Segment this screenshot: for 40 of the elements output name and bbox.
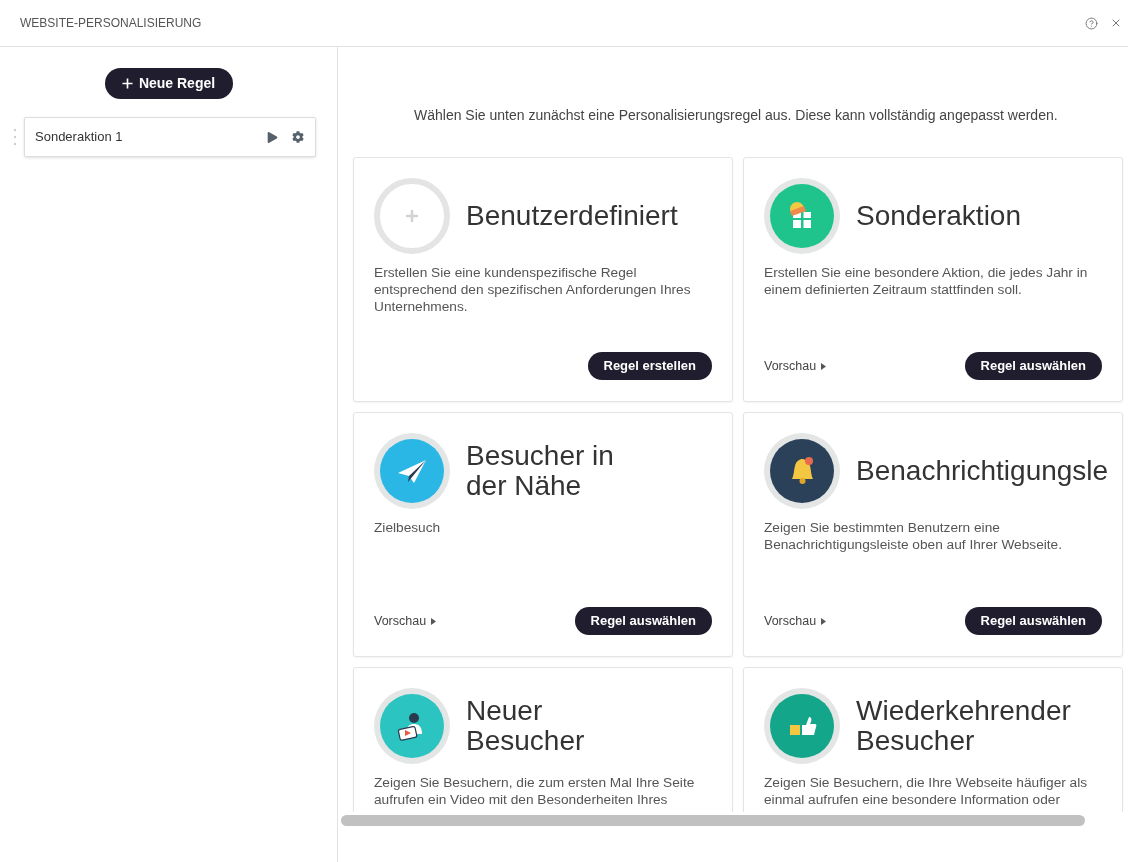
card-title: Neuer Besucher <box>466 696 585 756</box>
plus-circle-icon <box>374 178 450 254</box>
card-description: Zeigen Sie Besuchern, die Ihre Webseite häufiger als einmal aufrufen eine besondere Information oder <box>764 774 1089 808</box>
rule-list-item[interactable]: Sonderaktion 1 <box>24 117 316 157</box>
bell-icon <box>764 433 840 509</box>
rule-button[interactable]: Regel auswählen <box>574 607 712 635</box>
card-title: Besucher in der Nähe <box>466 441 614 501</box>
play-triangle-icon <box>821 362 827 370</box>
thumbs-up-icon <box>764 688 840 764</box>
card-title: Benachrichtigungsle <box>856 456 1109 486</box>
preview-link[interactable]: Vorschau <box>374 611 437 631</box>
preview-link[interactable]: Vorschau <box>764 611 827 631</box>
rule-button[interactable]: Regel erstellen <box>587 352 712 380</box>
card-description: Erstellen Sie eine kundenspezifische Regel entsprechend den spezifischen Anforderungen Ihres Unternehmens. <box>374 264 692 315</box>
intro-text: Wählen Sie unten zunächst eine Personalisierungsregel aus. Diese kann vollständig angepasst werden. <box>414 106 1058 125</box>
card-description: Zielbesuch <box>374 519 442 536</box>
scrollbar-thumb[interactable] <box>341 815 1085 826</box>
card-description: Erstellen Sie eine besondere Aktion, die jedes Jahr in einem definierten Zeitraum stattfinden soll. <box>764 264 1089 298</box>
person-video-icon <box>374 688 450 764</box>
rule-button[interactable]: Regel auswählen <box>964 352 1102 380</box>
settings-icon[interactable] <box>292 131 304 143</box>
card-title: Benutzerdefiniert <box>466 201 678 231</box>
play-icon[interactable] <box>267 131 278 143</box>
card-description: Zeigen Sie Besuchern, die zum ersten Mal Ihre Seite aufrufen ein Video mit den Besonderheiten Ihres <box>374 774 696 808</box>
help-icon[interactable] <box>1085 16 1098 30</box>
gift-icon <box>764 178 840 254</box>
plus-icon <box>121 78 133 89</box>
play-triangle-icon <box>431 617 437 625</box>
preview-link[interactable]: Vorschau <box>764 356 827 376</box>
paper-plane-icon <box>374 433 450 509</box>
window-title: WEBSITE-PERSONALISIERUNG <box>20 15 202 32</box>
new-rule-button[interactable]: Neue Regel <box>104 68 233 99</box>
rule-button[interactable]: Regel auswählen <box>964 607 1102 635</box>
card-title: Sonderaktion <box>856 201 1021 231</box>
drag-handle-icon[interactable] <box>13 128 17 146</box>
play-triangle-icon <box>821 617 827 625</box>
close-icon[interactable] <box>1110 17 1122 29</box>
card-description: Zeigen Sie bestimmten Benutzern eine Benachrichtigungsleiste oben auf Ihrer Webseite. <box>764 519 1063 553</box>
rule-name: Sonderaktion 1 <box>35 128 124 147</box>
card-title: Wiederkehrender Besucher <box>856 696 1071 756</box>
